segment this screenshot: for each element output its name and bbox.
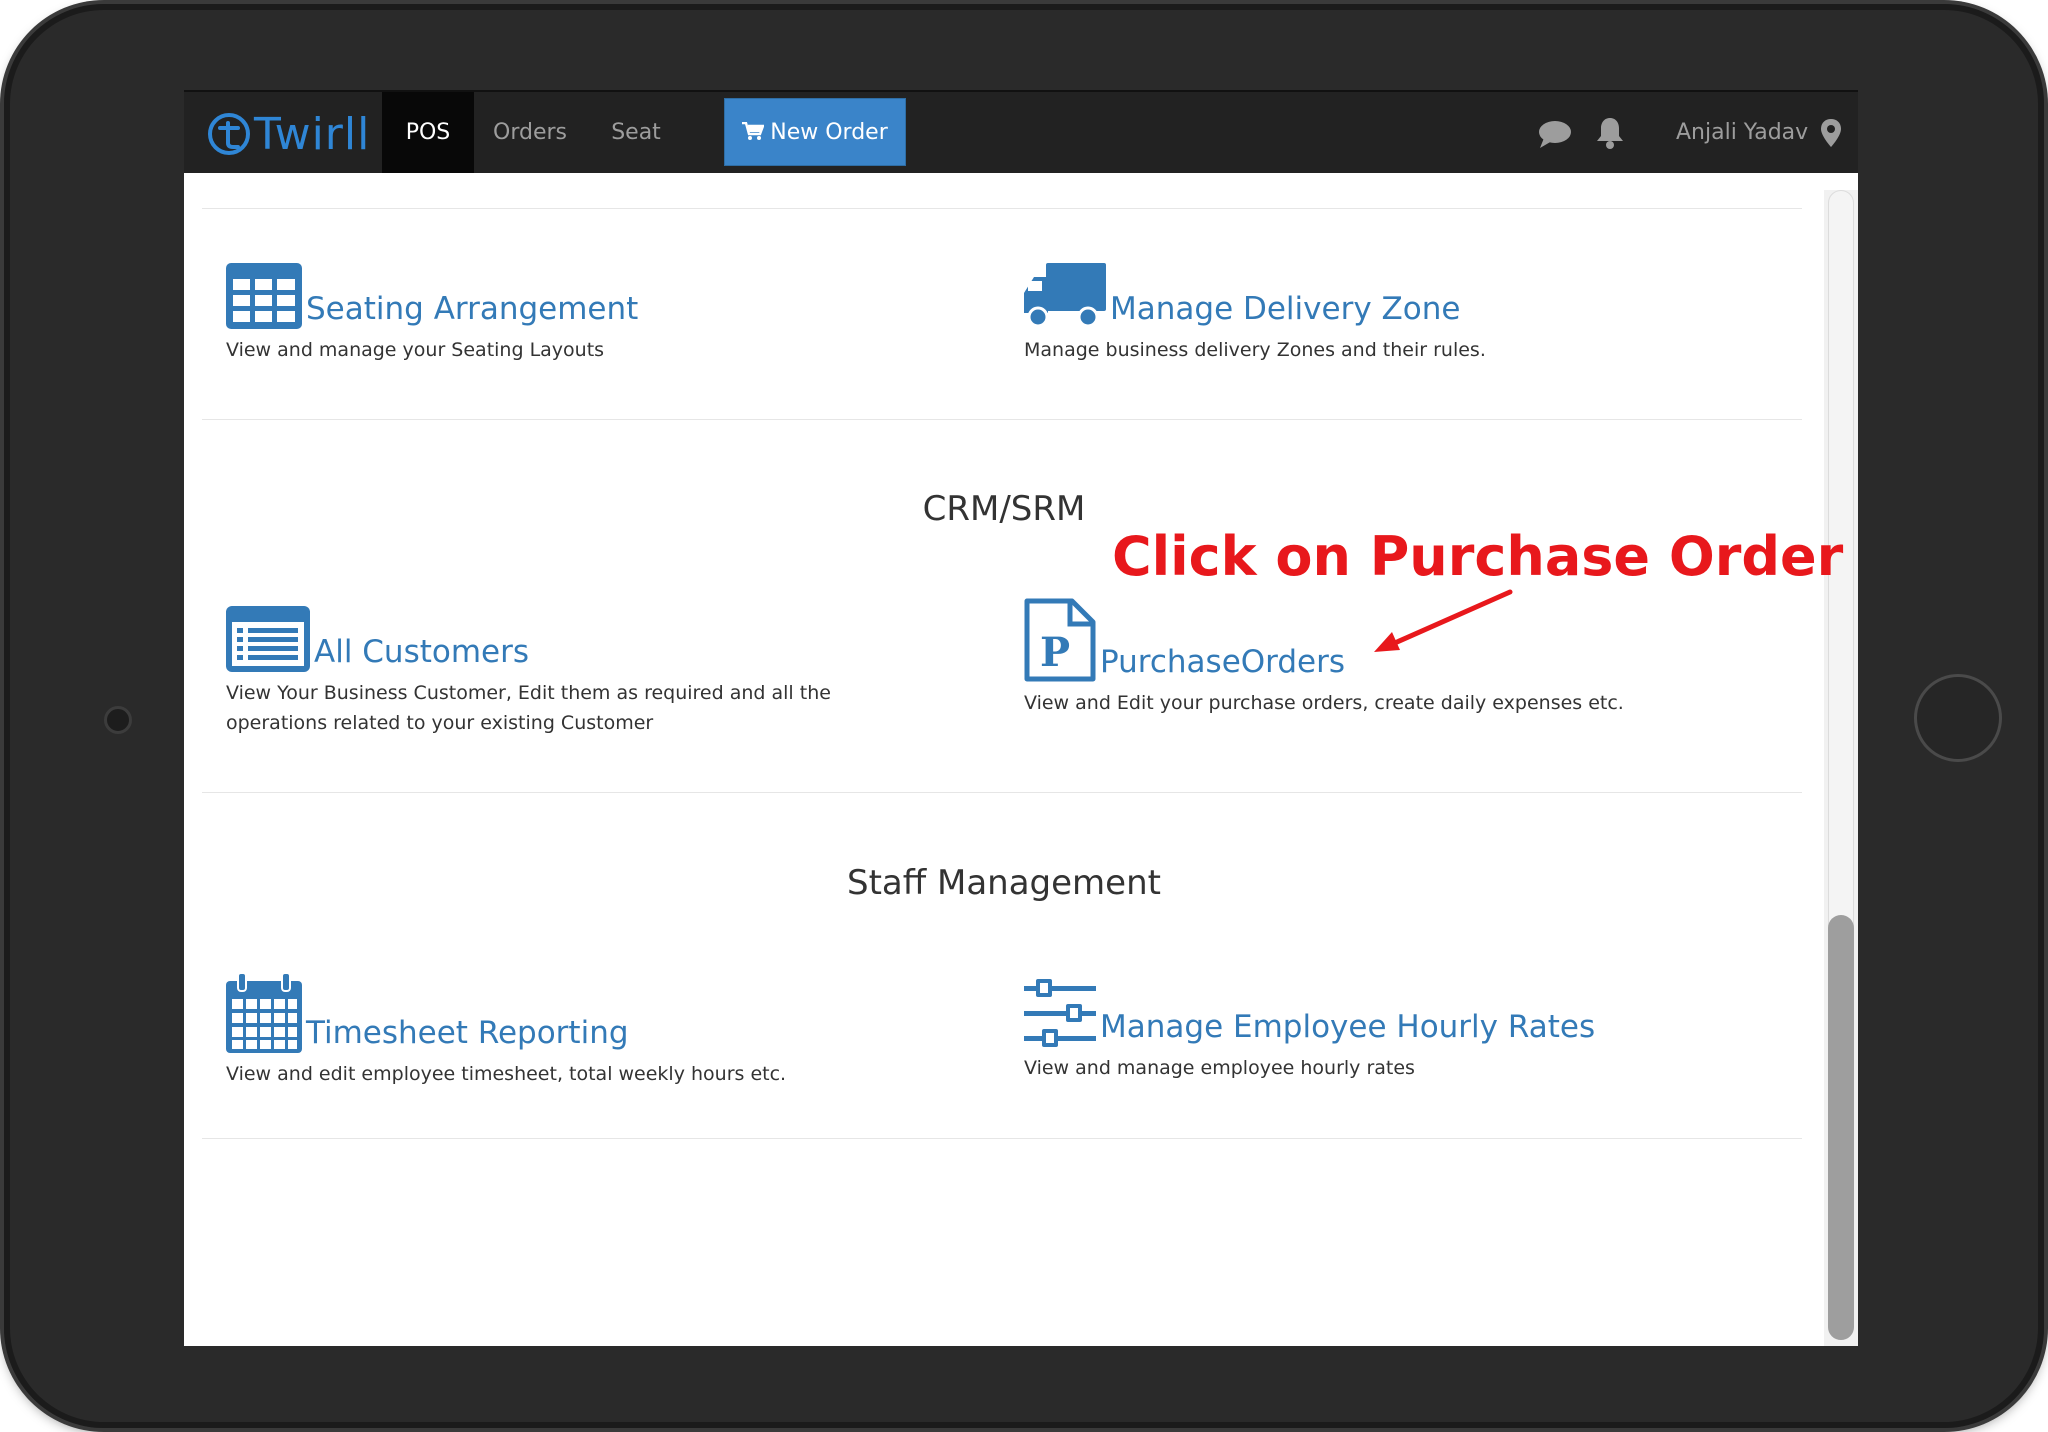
- card-description: View and edit employee timesheet, total …: [226, 1063, 787, 1085]
- nav-item-label: Seat: [611, 120, 661, 145]
- new-order-button[interactable]: New Order: [724, 98, 906, 166]
- user-name: Anjali Yadav: [1676, 120, 1809, 145]
- card-purchase-orders[interactable]: P PurchaseOrders View and Edit your purc…: [1024, 598, 1624, 718]
- annotation-text: Click on Purchase Order: [1112, 525, 1844, 588]
- purchase-doc-icon: P: [1024, 598, 1096, 682]
- scrollbar[interactable]: [1824, 190, 1858, 1346]
- card-description: View and manage your Seating Layouts: [226, 339, 605, 361]
- truck-icon: [1024, 263, 1106, 328]
- screen: Twirll POS Orders Seat New Order Anjali …: [184, 90, 1858, 1346]
- main-content: Seating Arrangement View and manage your…: [184, 173, 1824, 1346]
- annotation-arrow-icon: [1374, 589, 1513, 652]
- card-manage-delivery-zone[interactable]: Manage Delivery Zone Manage business del…: [1024, 263, 1486, 365]
- camera-icon: [104, 706, 132, 734]
- card-description: View and manage employee hourly rates: [1024, 1057, 1415, 1079]
- logo[interactable]: Twirll: [206, 106, 370, 162]
- divider: [202, 208, 1802, 209]
- section-title-staff: Staff Management: [847, 863, 1161, 903]
- card-title[interactable]: Timesheet Reporting: [306, 1018, 629, 1053]
- nav-item-pos[interactable]: POS: [382, 92, 474, 173]
- navbar: Twirll POS Orders Seat New Order Anjali …: [184, 90, 1858, 173]
- card-description: View Your Business Customer, Edit them a…: [226, 678, 831, 738]
- card-description-line: operations related to your existing Cust…: [226, 712, 654, 734]
- card-title[interactable]: PurchaseOrders: [1100, 647, 1345, 682]
- nav-item-orders[interactable]: Orders: [484, 92, 576, 173]
- nav-item-label: POS: [405, 120, 451, 145]
- new-order-label: New Order: [770, 119, 888, 145]
- scrollbar-thumb[interactable]: [1828, 915, 1854, 1340]
- card-description-line: View Your Business Customer, Edit them a…: [226, 682, 831, 704]
- cart-icon: [742, 122, 765, 140]
- chat-icon[interactable]: [1538, 120, 1572, 150]
- table-grid-icon: [226, 263, 302, 329]
- user-menu[interactable]: Anjali Yadav: [1676, 92, 1842, 173]
- divider: [202, 1138, 1802, 1139]
- card-title[interactable]: Manage Delivery Zone: [1110, 294, 1460, 329]
- divider: [202, 792, 1802, 793]
- nav-item-label: Orders: [493, 120, 567, 145]
- logo-icon: [208, 113, 250, 155]
- svg-text:P: P: [1040, 629, 1070, 676]
- card-description: Manage business delivery Zones and their…: [1024, 339, 1486, 361]
- card-all-customers[interactable]: All Customers View Your Business Custome…: [226, 606, 831, 738]
- logo-text: Twirll: [254, 108, 371, 160]
- divider: [202, 419, 1802, 420]
- card-timesheet-reporting[interactable]: Timesheet Reporting View and edit employ…: [226, 973, 786, 1089]
- bell-icon[interactable]: [1596, 116, 1624, 150]
- card-manage-employee-hourly-rates[interactable]: Manage Employee Hourly Rates View and ma…: [1024, 979, 1595, 1083]
- list-icon: [226, 606, 310, 672]
- home-button[interactable]: [1914, 674, 2002, 762]
- card-seating-arrangement[interactable]: Seating Arrangement View and manage your…: [226, 263, 638, 365]
- card-title[interactable]: Manage Employee Hourly Rates: [1100, 1012, 1595, 1047]
- section-title-crm: CRM/SRM: [922, 489, 1086, 529]
- card-title[interactable]: Seating Arrangement: [306, 294, 638, 329]
- sliders-icon: [1024, 979, 1096, 1047]
- card-description: View and Edit your purchase orders, crea…: [1024, 692, 1624, 714]
- location-pin-icon: [1821, 118, 1842, 147]
- nav-item-seat[interactable]: Seat: [596, 92, 676, 173]
- calendar-icon: [226, 973, 302, 1053]
- card-title[interactable]: All Customers: [314, 637, 529, 672]
